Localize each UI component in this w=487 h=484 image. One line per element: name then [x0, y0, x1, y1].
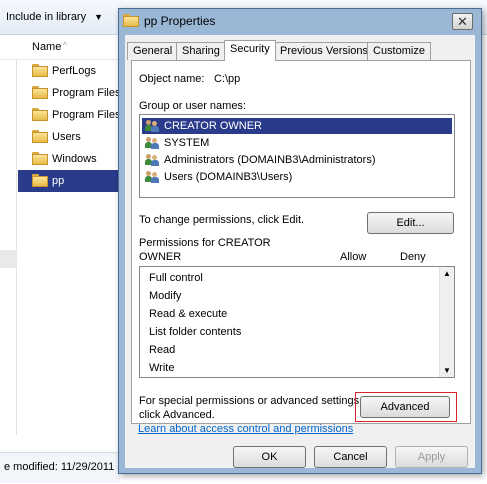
name-column-label: Name [32, 41, 62, 53]
group-user-names-label: Group or user names: [139, 100, 246, 112]
cancel-button[interactable]: Cancel [314, 446, 387, 468]
file-item-label: Program Files [52, 109, 120, 121]
folder-icon [32, 174, 48, 187]
permissions-scrollbar[interactable]: ▲ ▼ [439, 267, 454, 377]
ok-button[interactable]: OK [233, 446, 306, 468]
deny-column-label: Deny [400, 251, 426, 263]
include-in-library-label: Include in library [6, 11, 87, 23]
tab-sharing[interactable]: Sharing [176, 42, 226, 60]
details-pane: e modified: 11/29/2011 [0, 452, 120, 483]
properties-dialog: pp Properties ✕ General Sharing Security… [118, 8, 482, 474]
file-item-program-files[interactable]: Program Files [18, 82, 120, 104]
user-row-creator-owner[interactable]: CREATOR OWNER [142, 118, 452, 134]
file-item-program-files-x86[interactable]: Program Files [18, 104, 120, 126]
scroll-up-icon[interactable]: ▲ [443, 269, 451, 278]
tab-customize[interactable]: Customize [367, 42, 431, 60]
special-permissions-text-line1: For special permissions or advanced sett… [139, 395, 363, 407]
scroll-down-icon[interactable]: ▼ [443, 366, 451, 375]
dialog-client: General Sharing Security Previous Versio… [125, 35, 475, 468]
object-name-value: C:\pp [214, 73, 241, 85]
navigation-pane [0, 35, 17, 435]
security-tab-panel: Object name: C:\pp Group or user names: … [131, 60, 471, 424]
file-item-label: Windows [52, 153, 97, 165]
user-name: SYSTEM [164, 137, 210, 149]
file-item-label: Users [52, 131, 81, 143]
include-in-library-button[interactable]: Include in library ▼ [6, 11, 103, 23]
users-icon [145, 120, 160, 132]
chevron-down-icon: ▼ [94, 12, 104, 22]
allow-column-label: Allow [340, 251, 367, 263]
sort-ascending-icon: ^ [63, 41, 67, 50]
tab-general[interactable]: General [127, 42, 179, 60]
object-name-label: Object name: [139, 73, 205, 85]
file-item-windows[interactable]: Windows [18, 148, 120, 170]
user-name: Users (DOMAINB3\Users) [164, 171, 293, 183]
file-item-users[interactable]: Users [18, 126, 120, 148]
learn-more-link[interactable]: Learn about access control and permissio… [138, 423, 353, 435]
folder-icon [32, 152, 48, 165]
file-item-label: Program Files [52, 87, 120, 99]
file-item-label: pp [52, 175, 65, 187]
dialog-title: pp Properties [144, 14, 216, 28]
apply-button[interactable]: Apply [395, 446, 468, 468]
advanced-button[interactable]: Advanced [360, 396, 450, 418]
close-button[interactable]: ✕ [452, 13, 473, 30]
user-row-users[interactable]: Users (DOMAINB3\Users) [142, 169, 292, 185]
file-item-label: PerfLogs [52, 65, 97, 77]
user-row-administrators[interactable]: Administrators (DOMAINB3\Administrators) [142, 152, 376, 168]
folder-icon [32, 130, 48, 143]
dialog-titlebar[interactable]: pp Properties ✕ [119, 9, 481, 35]
folder-icon [32, 86, 48, 99]
edit-button[interactable]: Edit... [367, 212, 454, 234]
users-icon [145, 137, 160, 149]
users-icon [145, 171, 160, 183]
special-permissions-text-line2: click Advanced. [139, 409, 215, 421]
date-modified-text: e modified: 11/29/2011 [4, 461, 115, 473]
user-row-system[interactable]: SYSTEM [142, 135, 209, 151]
name-column-header[interactable]: Name ^ [0, 35, 120, 60]
change-permissions-text: To change permissions, click Edit. [139, 214, 305, 226]
group-user-listbox[interactable]: CREATOR OWNER SYSTEM Administrators (DOM… [139, 114, 455, 198]
permission-read: Read [149, 344, 176, 356]
folder-icon [32, 108, 48, 121]
close-icon: ✕ [457, 14, 468, 29]
folder-icon [123, 14, 139, 27]
users-icon [145, 154, 160, 166]
permission-modify: Modify [149, 290, 182, 302]
permissions-for-label-line2: OWNER [139, 251, 182, 263]
tab-previous-versions[interactable]: Previous Versions [274, 42, 375, 60]
permissions-listbox[interactable]: Full control Modify Read & execute List … [139, 266, 455, 378]
permission-list-folder-contents: List folder contents [149, 326, 242, 338]
permission-write: Write [149, 362, 175, 374]
file-item-pp[interactable]: pp [18, 170, 120, 192]
file-item-perflogs[interactable]: PerfLogs [18, 60, 120, 82]
file-list: PerfLogs Program Files Program Files Use… [18, 60, 120, 192]
folder-icon [32, 64, 48, 77]
tab-security[interactable]: Security [224, 40, 276, 61]
permission-read-execute: Read & execute [149, 308, 228, 320]
permissions-for-label-line1: Permissions for CREATOR [139, 237, 271, 249]
pane-separator [0, 250, 17, 268]
user-name: CREATOR OWNER [164, 120, 262, 132]
user-name: Administrators (DOMAINB3\Administrators) [164, 154, 376, 166]
permission-full-control: Full control [149, 272, 203, 284]
